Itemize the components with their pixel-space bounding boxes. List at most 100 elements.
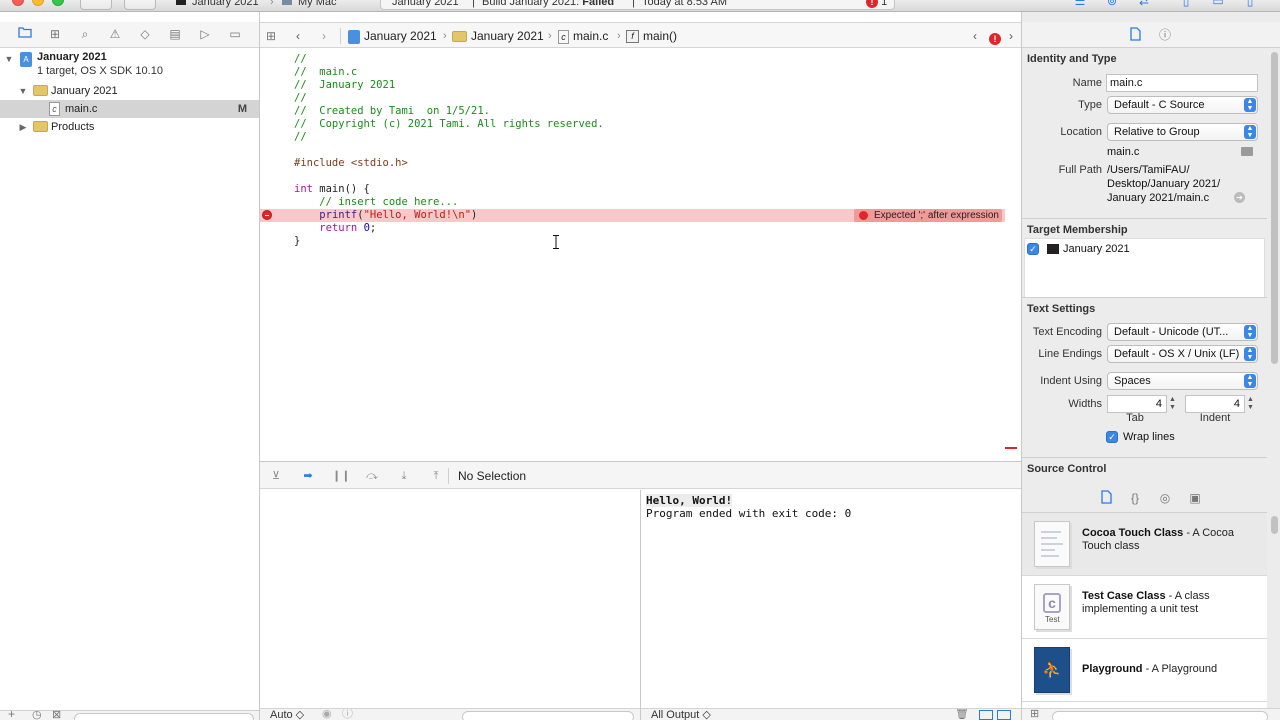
disclosure-triangle-icon[interactable]: ▼: [18, 82, 28, 100]
code-line[interactable]: // Created by Tami on 1/5/21.: [260, 105, 1005, 118]
crumb-group[interactable]: January 2021: [452, 28, 544, 44]
code-line[interactable]: //: [260, 131, 1005, 144]
navigator-filter-field[interactable]: [74, 713, 254, 720]
show-variables-view-icon[interactable]: [979, 710, 993, 720]
clear-console-trash-icon[interactable]: 🗑: [955, 709, 969, 720]
source-control-filter-icon[interactable]: ⊠: [52, 708, 61, 720]
info-icon[interactable]: ⓘ: [342, 709, 353, 720]
indent-width-field[interactable]: 4: [1185, 395, 1245, 413]
related-items-grid-icon[interactable]: ⊞: [266, 28, 276, 44]
scheme-selector[interactable]: January 2021: [176, 0, 259, 8]
issue-navigator-warning-icon[interactable]: ⚠: [106, 26, 124, 42]
find-navigator-search-icon[interactable]: ⌕: [76, 26, 94, 42]
code-snippet-library-braces-icon[interactable]: {}: [1127, 490, 1143, 506]
crumb-file[interactable]: c main.c: [558, 28, 608, 44]
code-line[interactable]: #include <stdio.h>: [260, 157, 1005, 170]
code-line[interactable]: [260, 170, 1005, 183]
issue-error-icon[interactable]: !: [989, 30, 1001, 46]
tab-width-stepper[interactable]: ▲ ▼: [1168, 396, 1177, 412]
crumb-project[interactable]: January 2021: [348, 28, 437, 44]
object-library-circle-icon[interactable]: ◎: [1157, 490, 1173, 506]
pause-icon[interactable]: ❙❙: [332, 469, 350, 483]
next-issue-chevron-icon[interactable]: ›: [1009, 28, 1013, 44]
target-membership-checkbox[interactable]: ✓: [1027, 243, 1039, 255]
standard-editor-icon[interactable]: ☰: [1072, 0, 1088, 8]
text-encoding-popup[interactable]: Default - Unicode (UT... ▲ ▼: [1107, 323, 1258, 341]
console-view[interactable]: Hello, World! Program ended with exit co…: [641, 490, 1021, 720]
tree-row-project[interactable]: ▼ A January 2021 1 target, OS X SDK 10.1…: [0, 50, 259, 82]
library-scrollbar[interactable]: [1271, 516, 1278, 534]
line-endings-popup[interactable]: Default - OS X / Unix (LF) ▲ ▼: [1107, 345, 1258, 363]
go-forward-chevron-icon[interactable]: ›: [322, 28, 326, 44]
step-out-icon[interactable]: ⤒: [428, 469, 444, 483]
file-inspector-document-icon[interactable]: [1127, 27, 1143, 43]
variables-scope-popup[interactable]: Auto ◇: [270, 709, 304, 720]
inline-error-message[interactable]: Expected ';' after expression: [854, 209, 1002, 222]
indent-using-popup[interactable]: Spaces ▲ ▼: [1107, 372, 1258, 390]
library-filter-field[interactable]: [1052, 711, 1268, 720]
previous-issue-chevron-icon[interactable]: ‹: [973, 28, 977, 44]
disclosure-triangle-collapsed-icon[interactable]: ▶: [18, 118, 28, 136]
indent-width-stepper[interactable]: ▲ ▼: [1246, 396, 1255, 412]
console-output[interactable]: Hello, World! Program ended with exit co…: [646, 494, 851, 520]
activity-error-badge[interactable]: ! 1: [866, 0, 887, 8]
step-into-icon[interactable]: ⤓: [396, 469, 412, 483]
go-back-chevron-icon[interactable]: ‹: [296, 28, 300, 44]
file-template-library-icon[interactable]: [1098, 490, 1114, 506]
symbol-navigator-icon[interactable]: ⊞: [46, 26, 64, 42]
crumb-function[interactable]: f main(): [626, 28, 677, 44]
code-line[interactable]: return 0;: [260, 222, 1005, 235]
minimize-window-button[interactable]: [32, 0, 44, 6]
reveal-in-finder-arrow-icon[interactable]: ➔: [1234, 192, 1245, 203]
name-field[interactable]: main.c: [1106, 74, 1258, 92]
error-gutter-marker-icon[interactable]: [262, 210, 272, 220]
report-navigator-icon[interactable]: ▭: [226, 26, 244, 42]
hide-debug-area-icon[interactable]: ⊻: [268, 469, 284, 483]
tree-row-products[interactable]: ▶ Products: [0, 118, 259, 136]
test-navigator-diamond-icon[interactable]: ◇: [136, 26, 154, 42]
toggle-debug-area-icon[interactable]: ▭: [1210, 0, 1226, 8]
library-grid-view-icon[interactable]: ⊞: [1030, 709, 1039, 720]
media-library-icon[interactable]: ▣: [1187, 490, 1203, 506]
version-editor-icon[interactable]: ⇄: [1136, 0, 1152, 8]
tree-row-main-c[interactable]: c main.c M: [0, 100, 259, 118]
choose-file-folder-icon[interactable]: [1241, 147, 1253, 156]
zoom-window-button[interactable]: [52, 0, 64, 6]
project-navigator-folder-icon[interactable]: [16, 26, 34, 42]
code-line[interactable]: }: [260, 235, 1005, 248]
tab-width-field[interactable]: 4: [1107, 395, 1167, 413]
console-output-popup[interactable]: All Output ◇: [651, 709, 711, 720]
destination-selector[interactable]: My Mac: [282, 0, 337, 8]
breakpoints-toggle-icon[interactable]: ➡: [300, 469, 316, 483]
code-line[interactable]: // Copyright (c) 2021 Tami. All rights r…: [260, 118, 1005, 131]
inspector-scrollbar[interactable]: [1271, 52, 1278, 364]
recent-files-clock-icon[interactable]: ◷: [32, 708, 42, 720]
assistant-editor-icon[interactable]: ⊚: [1104, 0, 1120, 8]
toggle-navigator-icon[interactable]: ▯: [1178, 0, 1194, 8]
library-item-test-case-class[interactable]: c Test Test Case Class - A class impleme…: [1022, 576, 1267, 639]
variables-view[interactable]: Auto ◇ ◉ ⓘ: [260, 490, 641, 720]
close-window-button[interactable]: [12, 0, 24, 6]
run-button[interactable]: [80, 0, 112, 10]
location-popup[interactable]: Relative to Group ▲ ▼: [1107, 123, 1258, 141]
code-line[interactable]: // January 2021: [260, 79, 1005, 92]
breakpoint-navigator-icon[interactable]: ▷: [196, 26, 214, 42]
code-line[interactable]: // insert code here...: [260, 196, 1005, 209]
file-type-popup[interactable]: Default - C Source ▲ ▼: [1107, 96, 1258, 114]
tree-row-group[interactable]: ▼ January 2021: [0, 82, 259, 100]
code-line[interactable]: // main.c: [260, 66, 1005, 79]
code-line-error[interactable]: printf("Hello, World!\n") Expected ';' af…: [260, 209, 1005, 222]
quick-help-icon[interactable]: ⓘ: [1157, 27, 1173, 43]
code-line[interactable]: //: [260, 92, 1005, 105]
code-line[interactable]: //: [260, 53, 1005, 66]
add-file-icon[interactable]: +: [8, 707, 15, 720]
code-line[interactable]: int main() {: [260, 183, 1005, 196]
library-item-cocoa-touch-class[interactable]: Cocoa Touch Class - A Cocoa Touch class: [1022, 513, 1267, 576]
show-console-view-icon[interactable]: [997, 710, 1011, 720]
toggle-utilities-icon[interactable]: ▯: [1242, 0, 1258, 8]
library-item-playground[interactable]: ⛹ Playground - A Playground: [1022, 639, 1267, 702]
source-editor[interactable]: //// main.c// January 2021//// Created b…: [260, 49, 1021, 461]
code-line[interactable]: [260, 144, 1005, 157]
step-over-icon[interactable]: ⤼: [364, 469, 380, 483]
quick-look-eye-icon[interactable]: ◉: [322, 709, 332, 720]
